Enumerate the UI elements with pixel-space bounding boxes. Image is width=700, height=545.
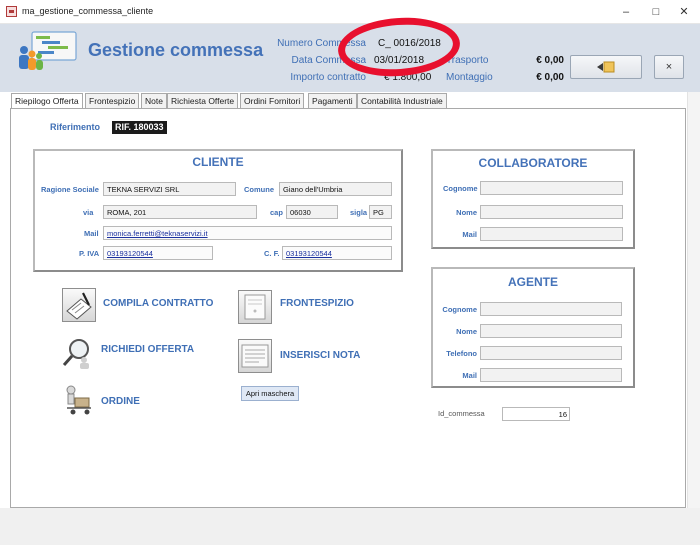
compila-contratto-icon-button[interactable] xyxy=(62,288,96,322)
agente-cognome-label: Cognome xyxy=(442,305,477,314)
collaboratore-mail-field[interactable] xyxy=(480,227,623,241)
comune-label: Comune xyxy=(244,185,274,194)
collaboratore-mail-label: Mail xyxy=(462,230,477,239)
frontespizio-icon-button[interactable] xyxy=(238,290,272,324)
comune-field[interactable]: Giano dell'Umbria xyxy=(279,182,392,196)
apri-maschera-button[interactable]: Apri maschera xyxy=(241,386,299,401)
tab-pagamenti[interactable]: Pagamenti xyxy=(308,93,357,109)
delivery-cart-icon xyxy=(66,385,91,415)
collaboratore-nome-label: Nome xyxy=(456,208,477,217)
document-page-icon xyxy=(244,294,266,320)
via-label: via xyxy=(83,208,94,217)
form-footer xyxy=(0,508,700,545)
mail-field[interactable]: monica.ferretti@teknaservizi.it xyxy=(103,226,392,240)
inserisci-nota-icon-button[interactable] xyxy=(238,339,272,373)
tab-contabilita-industriale[interactable]: Contabilità Industriale xyxy=(357,93,447,109)
window-title: ma_gestione_commessa_cliente xyxy=(22,6,154,16)
piva-label: P. IVA xyxy=(79,249,100,258)
montaggio-label: Montaggio xyxy=(446,72,493,83)
arrow-back-icon xyxy=(597,61,615,73)
back-button[interactable] xyxy=(570,55,642,79)
maximize-button[interactable]: □ xyxy=(642,3,670,21)
contract-pen-icon xyxy=(66,292,92,320)
ragione-sociale-field[interactable]: TEKNA SERVIZI SRL xyxy=(103,182,236,196)
window-close-button[interactable]: ✕ xyxy=(670,3,698,21)
close-form-button[interactable]: × xyxy=(654,55,684,79)
inserisci-nota-button[interactable]: INSERISCI NOTA xyxy=(280,350,360,361)
compila-contratto-button[interactable]: COMPILA CONTRATTO xyxy=(103,298,213,309)
id-commessa-field[interactable]: 16 xyxy=(502,407,570,421)
access-form-icon xyxy=(6,6,17,17)
collaboratore-nome-field[interactable] xyxy=(480,205,623,219)
agente-telefono-field[interactable] xyxy=(480,346,622,360)
riferimento-label: Riferimento xyxy=(50,122,101,132)
ordine-button[interactable]: ORDINE xyxy=(101,396,140,407)
cf-label: C. F. xyxy=(264,249,280,258)
note-list-icon xyxy=(241,344,269,368)
tab-ordini-fornitori[interactable]: Ordini Fornitori xyxy=(240,93,305,109)
sigla-label: sigla xyxy=(350,208,368,217)
importo-contratto-label: Importo contratto xyxy=(290,72,366,83)
cf-field[interactable]: 03193120544 xyxy=(282,246,392,260)
riferimento-value[interactable]: RIF. 180033 xyxy=(112,121,167,134)
agente-nome-field[interactable] xyxy=(480,324,622,338)
cliente-title: CLIENTE xyxy=(192,155,244,169)
minimize-button[interactable]: – xyxy=(612,3,640,21)
id-commessa-label: Id_commessa xyxy=(438,409,485,418)
collaboratore-cognome-field[interactable] xyxy=(480,181,623,195)
agente-mail-field[interactable] xyxy=(480,368,622,382)
agente-mail-label: Mail xyxy=(462,371,477,380)
cap-label: cap xyxy=(270,208,283,217)
collaboratore-cognome-label: Cognome xyxy=(443,184,478,193)
agente-title: AGENTE xyxy=(507,275,558,289)
magnifier-person-icon xyxy=(62,339,89,369)
agente-telefono-label: Telefono xyxy=(446,349,477,358)
tab-frontespizio[interactable]: Frontespizio xyxy=(85,93,140,109)
tab-note[interactable]: Note xyxy=(141,93,167,109)
tab-richiesta-offerte[interactable]: Richiesta Offerte xyxy=(167,93,239,109)
frontespizio-button[interactable]: FRONTESPIZIO xyxy=(280,298,354,309)
montaggio-value: € 0,00 xyxy=(536,72,564,83)
form-title: Gestione commessa xyxy=(88,40,264,60)
ragione-sociale-label: Ragione Sociale xyxy=(41,185,99,194)
trasporto-value: € 0,00 xyxy=(536,55,564,66)
richiedi-offerta-button[interactable]: RICHIEDI OFFERTA xyxy=(101,344,194,355)
collaboratore-title: COLLABORATORE xyxy=(478,156,588,170)
agente-nome-label: Nome xyxy=(456,327,477,336)
background-window-edge xyxy=(687,92,700,508)
ordine-icon-button[interactable] xyxy=(61,384,95,418)
agente-cognome-field[interactable] xyxy=(480,302,622,316)
richiedi-offerta-icon-button[interactable] xyxy=(60,336,94,370)
cap-field[interactable]: 06030 xyxy=(286,205,338,219)
mail-label: Mail xyxy=(84,229,99,238)
via-field[interactable]: ROMA, 201 xyxy=(103,205,257,219)
gantt-people-logo-icon xyxy=(19,31,77,70)
piva-field[interactable]: 03193120544 xyxy=(103,246,213,260)
sigla-field[interactable]: PG xyxy=(369,205,392,219)
